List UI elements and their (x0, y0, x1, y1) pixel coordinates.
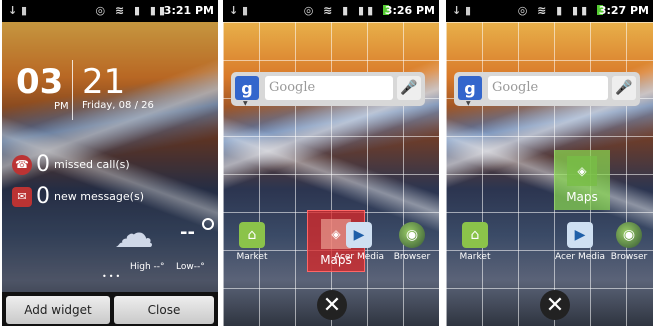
home-screen-dragging: ↓ ▮ ◎ ≋ ▮ ▮▮ 3:26 PM g ▼ Google 🎤 ◈ Maps… (223, 0, 439, 326)
clock-minute: 21 (82, 62, 126, 102)
weather-high: High --° (130, 262, 165, 272)
app-label: Browser (610, 252, 648, 262)
google-search-widget[interactable]: g ▼ Google 🎤 (454, 72, 640, 107)
app-label: Acer Media (333, 252, 385, 262)
system-icons: ◎ ≋ ▮ ▮▮ (304, 4, 389, 17)
market-icon: ⌂ (239, 222, 265, 248)
globe-icon: ◉ (399, 222, 425, 248)
lock-screen: ↓ ▮ ◎ ≋ ▮ ▮▮ 3:21 PM 03 PM 21 Friday, 08… (2, 0, 218, 326)
drop-grid (223, 22, 439, 326)
status-time: 3:21 PM (163, 4, 214, 17)
chevron-down-icon: ▼ (466, 100, 471, 107)
clock-date: Friday, 08 / 26 (82, 100, 154, 111)
system-icons: ◎ ≋ ▮ ▮▮ (95, 4, 168, 17)
search-input[interactable]: Google (488, 76, 608, 100)
delete-icon[interactable]: ✕ (540, 290, 570, 320)
missed-calls-notification[interactable]: ☎ 0 missed call(s) (12, 152, 130, 177)
app-market[interactable]: ⌂ Market (450, 222, 500, 262)
status-time: 3:27 PM (598, 4, 649, 17)
clock-divider (72, 60, 73, 120)
google-logo-icon[interactable]: g (458, 76, 482, 100)
notification-icons: ↓ ▮ (8, 4, 28, 17)
app-label: Market (236, 252, 268, 262)
home-screen-dropped: ↓ ▮ ◎ ≋ ▮ ▮▮ 3:27 PM g ▼ Google 🎤 ◈ Maps… (446, 0, 653, 326)
google-logo-icon[interactable]: g (235, 76, 259, 100)
app-acer-media[interactable]: ▶ Acer Media (552, 222, 608, 262)
message-label: new message(s) (54, 190, 144, 203)
app-label: Market (459, 252, 491, 262)
status-time: 3:26 PM (384, 4, 435, 17)
search-input[interactable]: Google (265, 76, 393, 100)
notification-icons: ↓ ▮ (452, 4, 472, 17)
add-widget-button[interactable]: Add widget (6, 296, 110, 324)
message-icon: ✉ (12, 186, 32, 207)
degree-icon (202, 218, 214, 230)
google-search-widget[interactable]: g ▼ Google 🎤 (231, 72, 425, 107)
missed-call-icon: ☎ (12, 154, 32, 175)
delete-icon[interactable]: ✕ (317, 290, 347, 320)
notification-icons: ↓ ▮ (229, 4, 249, 17)
drop-grid (446, 22, 653, 326)
system-icons: ◎ ≋ ▮ ▮▮ (518, 4, 603, 17)
button-bar: Add widget Close (2, 292, 218, 326)
app-browser[interactable]: ◉ Browser (387, 222, 437, 262)
market-icon: ⌂ (462, 222, 488, 248)
status-bar: ↓ ▮ ◎ ≋ ▮ ▮▮ 3:21 PM (2, 0, 218, 22)
close-button[interactable]: Close (114, 296, 214, 324)
app-label: Browser (393, 252, 431, 262)
clock-hour: 03 (16, 62, 64, 102)
cloud-icon: ☁ (114, 211, 154, 257)
play-icon: ▶ (567, 222, 593, 248)
app-acer-media[interactable]: ▶ Acer Media (331, 222, 387, 262)
message-count: 0 (36, 184, 50, 209)
weather-temp: -- (180, 222, 195, 243)
clock-ampm: PM (54, 101, 69, 112)
microphone-icon[interactable]: 🎤 (397, 76, 421, 100)
page-indicator: ••• (102, 272, 123, 281)
app-browser[interactable]: ◉ Browser (606, 222, 652, 262)
missed-call-label: missed call(s) (54, 158, 130, 171)
status-bar: ↓ ▮ ◎ ≋ ▮ ▮▮ 3:27 PM (446, 0, 653, 22)
maps-label: Maps (566, 190, 598, 204)
app-market[interactable]: ⌂ Market (227, 222, 277, 262)
chevron-down-icon: ▼ (243, 100, 248, 107)
messages-notification[interactable]: ✉ 0 new message(s) (12, 184, 144, 209)
maps-app-dropped[interactable]: ◈ Maps (554, 150, 610, 210)
play-icon: ▶ (346, 222, 372, 248)
globe-icon: ◉ (616, 222, 642, 248)
app-label: Acer Media (554, 252, 606, 262)
maps-icon: ◈ (567, 156, 597, 186)
weather-low: Low--° (176, 262, 205, 272)
status-bar: ↓ ▮ ◎ ≋ ▮ ▮▮ 3:26 PM (223, 0, 439, 22)
missed-call-count: 0 (36, 152, 50, 177)
microphone-icon[interactable]: 🎤 (612, 76, 636, 100)
